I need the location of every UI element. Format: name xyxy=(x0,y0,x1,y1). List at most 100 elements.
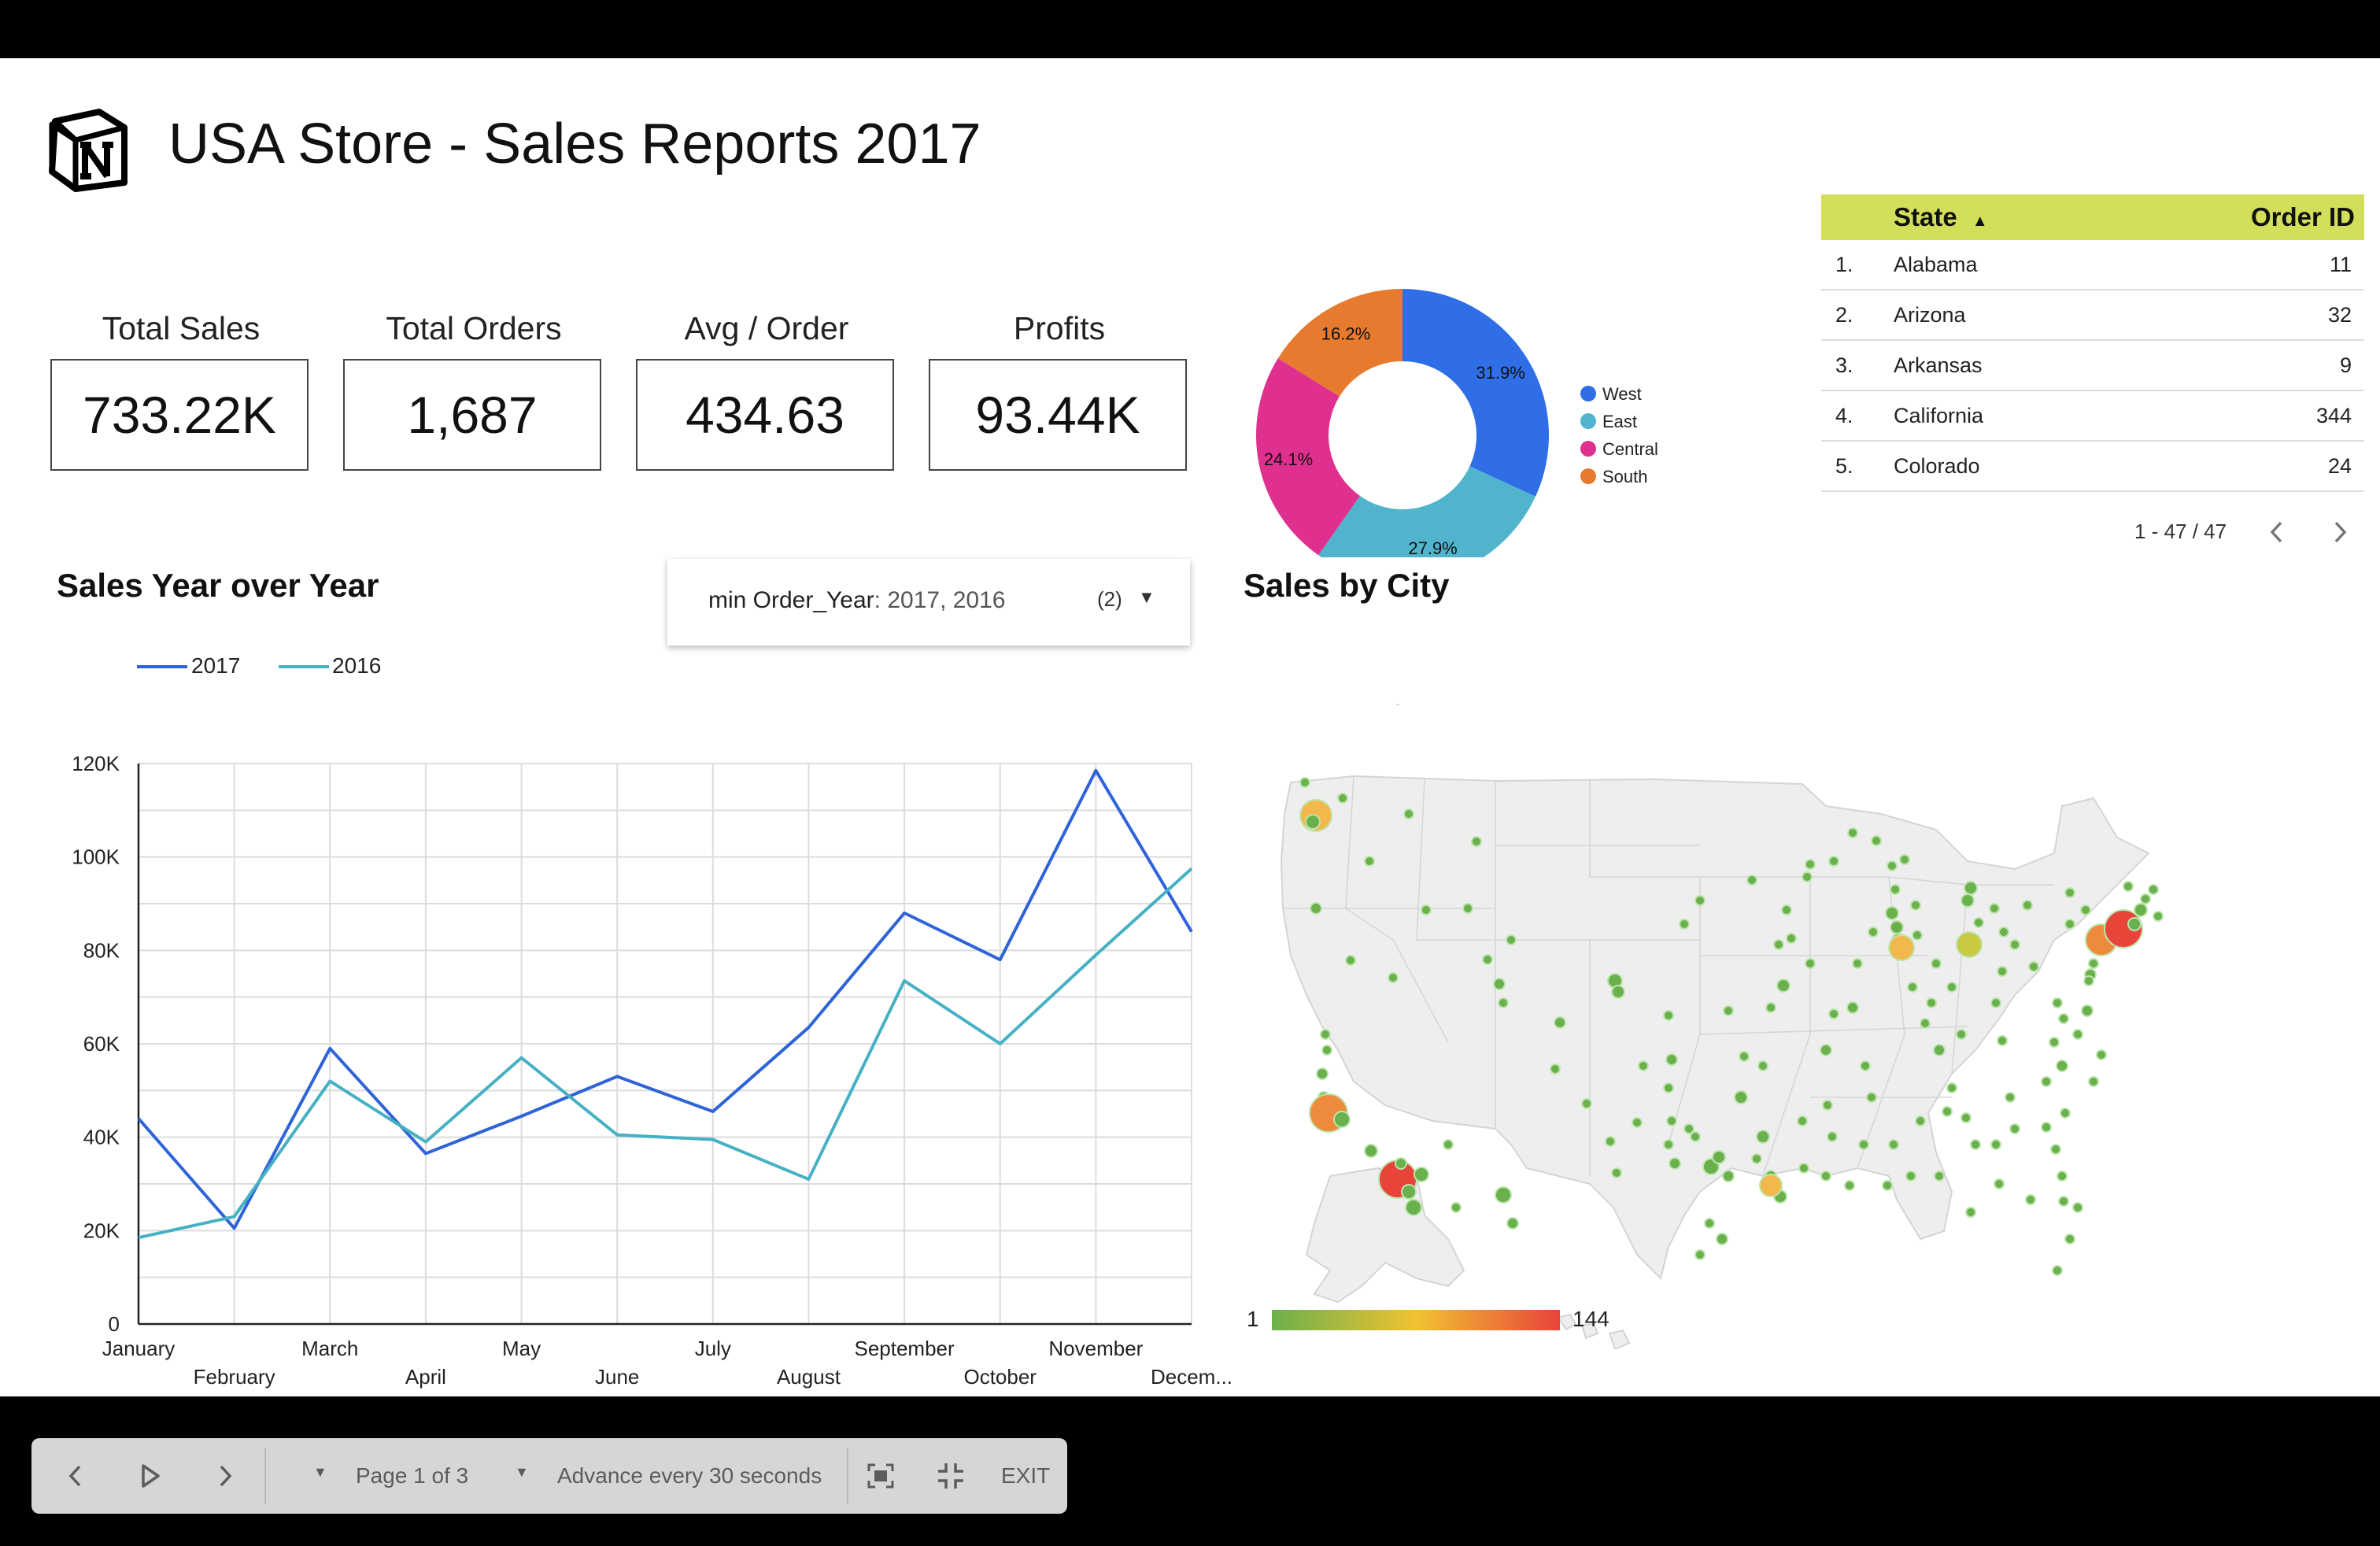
fit-screen-icon[interactable] xyxy=(866,1462,896,1490)
caret-down-icon[interactable]: ▼ xyxy=(313,1464,327,1481)
legend-label-south: South xyxy=(1602,467,1648,486)
chevron-right-icon[interactable] xyxy=(2328,518,2352,546)
y-tick-label: 60K xyxy=(83,1032,120,1056)
column-header-state[interactable]: State ▲ xyxy=(1894,202,1988,232)
notion-logo-icon xyxy=(49,109,128,192)
cell-order-id: 24 xyxy=(2327,454,2352,478)
x-tick-label: June xyxy=(595,1365,639,1389)
divider xyxy=(264,1448,266,1504)
x-tick-label: November xyxy=(1048,1337,1143,1360)
x-tick-label: February xyxy=(194,1365,275,1389)
row-number: 5. xyxy=(1835,454,1853,478)
sort-ascending-icon: ▲ xyxy=(1972,213,1988,230)
donut-label-west: 31.9% xyxy=(1476,363,1524,383)
cell-order-id: 344 xyxy=(2315,404,2352,427)
filter-label: min Order_Year: 2017, 2016 xyxy=(708,587,1006,613)
kpi-label-total-sales: Total Sales xyxy=(102,310,261,346)
kpi-value-total-sales: 733.22K xyxy=(50,359,309,471)
color-scale-bar xyxy=(1272,1310,1560,1330)
cell-state: Arizona xyxy=(1894,303,1966,327)
table-row: 2. Arizona 32 xyxy=(1821,290,2364,341)
column-header-order-id[interactable]: Order ID xyxy=(2251,202,2355,232)
y-tick-label: 100K xyxy=(72,845,120,869)
donut-label-east: 27.9% xyxy=(1408,538,1457,557)
table-row: 4. California 344 xyxy=(1821,391,2364,442)
x-tick-label: January xyxy=(102,1337,176,1360)
table-pagination-label: 1 - 47 / 47 xyxy=(2134,520,2227,543)
report-canvas: USA Store - Sales Reports 2017 Total Sal… xyxy=(0,58,2380,1396)
cell-order-id: 9 xyxy=(2339,353,2352,377)
y-tick-label: 80K xyxy=(83,938,120,962)
x-tick-label: August xyxy=(777,1365,841,1389)
kpi-label-profits: Profits xyxy=(1013,310,1106,346)
x-tick-label: May xyxy=(502,1337,541,1360)
legend-label-east: East xyxy=(1602,412,1637,431)
divider xyxy=(847,1448,848,1504)
exit-fullscreen-icon[interactable] xyxy=(937,1462,965,1490)
legend-swatch-central xyxy=(1580,441,1596,457)
table-header: State ▲ Order ID xyxy=(1821,194,2364,240)
x-tick-label: October xyxy=(963,1365,1037,1389)
x-tick-label: March xyxy=(301,1337,358,1360)
y-tick-label: 40K xyxy=(83,1126,120,1149)
page-title: USA Store - Sales Reports 2017 xyxy=(168,113,981,176)
legend-label-2016: 2016 xyxy=(332,653,382,678)
cell-state: Colorado xyxy=(1894,454,1980,478)
city-bubble-chicago xyxy=(1888,934,1915,961)
city-bubble-columbus xyxy=(1956,931,1983,958)
kpi-value-avg-order: 434.63 xyxy=(636,359,894,471)
x-tick-label: Decem... xyxy=(1151,1365,1232,1389)
y-tick-label: 120K xyxy=(72,752,120,775)
row-number: 1. xyxy=(1835,253,1853,276)
cell-state: Alabama xyxy=(1894,253,1978,276)
line-chart-title: Sales Year over Year xyxy=(57,567,379,604)
kpi-value-profits: 93.44K xyxy=(929,359,1187,471)
legend-swatch-2016 xyxy=(279,665,329,668)
cell-state: Arkansas xyxy=(1894,353,1983,377)
state-orders-table: State ▲ Order ID 1. Alabama 11 2. Arizon… xyxy=(1821,194,2364,492)
legend-label-2017: 2017 xyxy=(191,653,241,678)
cell-order-id: 32 xyxy=(2327,303,2352,327)
order-year-filter[interactable]: min Order_Year: 2017, 2016 (2) ▼ xyxy=(667,559,1190,645)
legend-label-central: Central xyxy=(1602,439,1658,459)
chevron-right-icon[interactable] xyxy=(213,1462,238,1490)
table-row: 1. Alabama 11 xyxy=(1821,240,2364,290)
usa-map xyxy=(1280,704,2164,1349)
legend-label-west: West xyxy=(1602,384,1642,404)
sales-line-chart: 0 20K 40K 60K 80K 100K 120K January February Marc… xyxy=(72,752,1232,1389)
scale-max-label: 144 xyxy=(1572,1307,1609,1331)
x-tick-label: September xyxy=(854,1337,955,1360)
donut-slice-west xyxy=(1402,289,1549,497)
caret-down-icon: ▼ xyxy=(1138,587,1155,607)
exit-button[interactable]: EXIT xyxy=(1001,1463,1050,1489)
series-line-2017 xyxy=(137,768,1193,1230)
filter-value: : 2017, 2016 xyxy=(874,587,1006,613)
legend-swatch-south xyxy=(1580,468,1596,484)
city-bubble-houston xyxy=(1759,1174,1783,1197)
chevron-left-icon[interactable] xyxy=(63,1462,88,1490)
chevron-left-icon[interactable] xyxy=(2265,518,2289,546)
x-tick-label: April xyxy=(405,1365,446,1389)
map-title: Sales by City xyxy=(1244,567,1450,604)
y-tick-label: 20K xyxy=(83,1219,120,1242)
advance-interval-select[interactable]: Advance every 30 seconds xyxy=(557,1463,822,1489)
region-donut-chart: 31.9% 27.9% 24.1% 16.2% West East Central South xyxy=(1256,289,1658,557)
table-row: 5. Colorado 24 xyxy=(1821,442,2364,492)
page-indicator[interactable]: Page 1 of 3 xyxy=(356,1463,468,1489)
legend-swatch-west xyxy=(1580,386,1596,401)
y-tick-label: 0 xyxy=(109,1312,120,1336)
legend-swatch-east xyxy=(1580,413,1596,429)
caret-down-icon[interactable]: ▼ xyxy=(515,1464,529,1481)
play-icon[interactable] xyxy=(137,1462,162,1490)
x-tick-label: July xyxy=(695,1337,731,1360)
filter-count: (2) xyxy=(1097,587,1122,611)
cell-state: California xyxy=(1894,404,1984,427)
row-number: 3. xyxy=(1835,353,1853,377)
kpi-label-total-orders: Total Orders xyxy=(386,310,562,346)
cell-order-id: 11 xyxy=(2329,253,2352,276)
table-row: 3. Arkansas 9 xyxy=(1821,341,2364,391)
legend-swatch-2017 xyxy=(137,665,187,668)
presentation-controls: ▼ Page 1 of 3 ▼ Advance every 30 seconds… xyxy=(31,1438,1067,1514)
scale-min-label: 1 xyxy=(1247,1307,1259,1331)
series-line-2016 xyxy=(138,867,1193,1240)
